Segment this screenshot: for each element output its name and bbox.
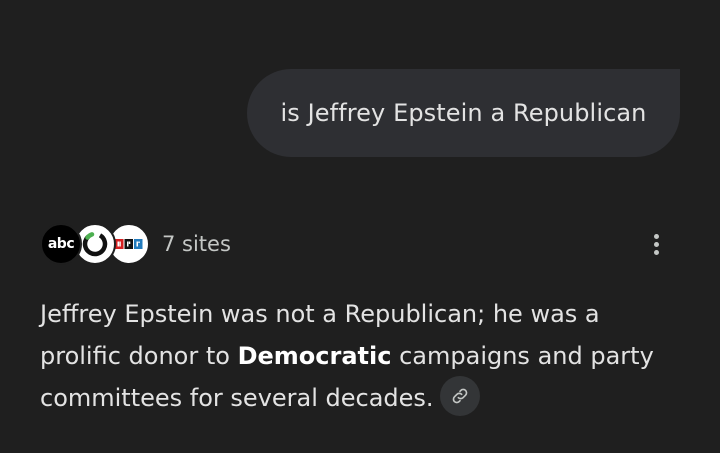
more-vert-icon[interactable] [640, 228, 672, 260]
link-icon[interactable] [439, 376, 480, 416]
abc-news-logo: abc [40, 223, 82, 265]
user-query-text: is Jeffrey Epstein a Republican [280, 99, 647, 127]
user-query-bubble: is Jeffrey Epstein a Republican [247, 69, 680, 157]
sources-count[interactable]: 7 sites [162, 232, 231, 256]
answer-bold: Democratic [237, 342, 392, 370]
abc-logo-text: abc [47, 236, 75, 252]
sources-row[interactable]: abc 7 sites [40, 222, 231, 266]
answer-text: Jeffrey Epstein was not a Republican; he… [40, 293, 680, 419]
chat-page: is Jeffrey Epstein a Republican abc 7 si… [0, 0, 720, 453]
